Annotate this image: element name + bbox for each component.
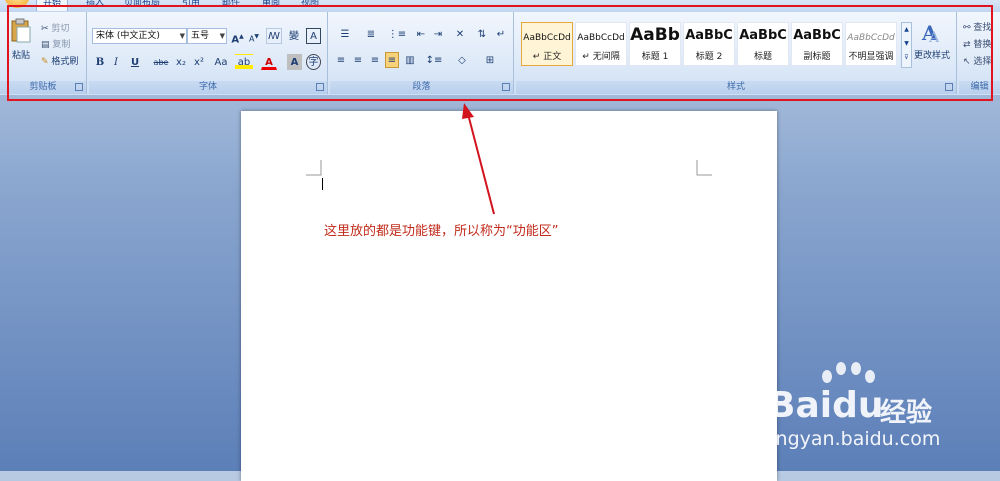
margin-corner-top-right bbox=[696, 160, 712, 176]
annotation-arrow bbox=[462, 103, 495, 215]
logo-tail-text: du bbox=[832, 385, 884, 426]
ribbon-highlight-box bbox=[7, 5, 993, 101]
baidu-logo: Baidu bbox=[768, 385, 883, 426]
annotation-text: 这里放的都是功能键，所以称为“功能区” bbox=[324, 224, 559, 239]
logo-text: Bai bbox=[768, 385, 833, 426]
watermark-url: jingyan.baidu.com bbox=[765, 428, 941, 450]
margin-corner-top-left bbox=[306, 160, 322, 176]
jingyan-brand: 经验 bbox=[880, 398, 933, 428]
text-cursor bbox=[322, 178, 323, 190]
